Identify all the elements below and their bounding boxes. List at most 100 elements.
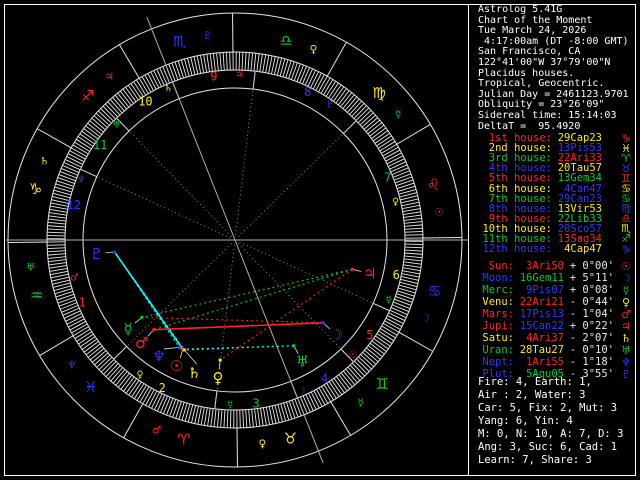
degree-tick	[385, 152, 402, 162]
house-ruler-icon: ♅	[112, 119, 121, 130]
sign-glyph-libra: ♎	[279, 31, 292, 49]
degree-tick	[387, 315, 404, 324]
degree-tick	[47, 256, 66, 259]
house-cusp-line	[116, 117, 232, 237]
degree-tick	[395, 295, 413, 303]
planet-row: Sun: 3Ari50 + 0°00' ☉	[478, 260, 636, 273]
degree-tick	[63, 161, 81, 171]
house-cusp-line	[113, 243, 232, 360]
planet-velocity: - 2°07'	[569, 332, 614, 344]
degree-tick	[288, 400, 296, 419]
aspect-line-moon-mercury	[141, 316, 324, 324]
degree-tick	[288, 61, 295, 79]
degree-tick	[226, 409, 229, 428]
degree-tick	[293, 63, 301, 81]
degree-tick	[223, 409, 226, 428]
degree-tick	[48, 215, 67, 219]
degree-tick	[210, 408, 214, 427]
planet-label: Mars:	[482, 308, 514, 320]
sign-boundary	[396, 123, 431, 145]
sign-ruler-icon: ♆	[67, 360, 76, 372]
house-number-10: 10	[138, 94, 152, 108]
stats-line: Learn: 7, Share: 3	[478, 454, 592, 466]
sign-glyph-aries: ♈	[177, 431, 190, 449]
degree-tick	[207, 408, 211, 427]
degree-tick	[57, 296, 76, 304]
planet-velocity: - 0°10'	[569, 344, 614, 356]
planet-row: Uran: 28Tau27- 0°10' ♅	[478, 344, 636, 357]
degree-tick	[304, 68, 314, 86]
degree-tick	[47, 247, 66, 250]
degree-tick	[265, 407, 271, 425]
planet-dot-venus	[218, 358, 222, 362]
degree-tick	[290, 62, 298, 80]
planet-glyph-sun: ☉	[170, 357, 183, 375]
degree-tick	[310, 391, 320, 409]
degree-tick	[310, 71, 319, 88]
degree-tick	[47, 221, 66, 225]
planet-glyph-mercury: ☿	[123, 320, 132, 338]
planet-velocity: - 0°44'	[569, 296, 614, 308]
degree-tick	[48, 262, 67, 266]
stats-line: Fire: 4, Earth: 1,	[478, 376, 592, 388]
degree-tick	[197, 406, 202, 425]
sign-glyph-taurus: ♉	[284, 429, 297, 447]
stats-line: Air : 2, Water: 3	[478, 389, 586, 401]
degree-tick	[156, 394, 166, 412]
planet-position-value: 28Tau27	[519, 344, 564, 356]
house-ruler-icon: ☽	[298, 385, 307, 396]
degree-tick	[175, 401, 182, 419]
degree-tick	[241, 52, 244, 71]
planet-dot-jupiter	[350, 267, 354, 271]
planet-position-value: 4Ari37	[526, 332, 564, 344]
degree-tick	[50, 273, 69, 279]
degree-tick	[148, 390, 158, 408]
degree-tick	[393, 301, 411, 309]
house-number-7: 7	[384, 171, 391, 185]
degree-tick	[294, 398, 302, 417]
degree-tick	[203, 54, 208, 73]
sign-glyph-scorpio: ♏	[173, 33, 187, 51]
planet-velocity: - 1°04'	[569, 308, 614, 320]
planet-position-value: 15Can22	[519, 320, 564, 332]
degree-tick	[404, 230, 423, 233]
planet-label: Satu:	[482, 332, 514, 344]
house-ruler-icon: ♃	[235, 70, 244, 81]
house-ruler-icon: ☿	[386, 294, 392, 305]
chart-header-block: Astrolog 5.41G Chart of the Moment Tue Mar…	[478, 4, 636, 132]
degree-tick	[403, 258, 422, 262]
house-ruler-icon: ♀	[136, 369, 143, 380]
degree-tick	[242, 409, 245, 428]
degree-tick	[260, 408, 264, 426]
header-line: Astrolog 5.41G	[478, 4, 563, 15]
degree-tick	[49, 267, 68, 272]
planet-row: Jupi: 15Can22 + 0°22' ♃	[478, 320, 636, 333]
sign-boundary	[123, 403, 144, 439]
planet-row: Merc: 9Pis07 + 0°08' ☿	[478, 284, 636, 297]
sign-glyph-cancer: ♋	[428, 282, 441, 300]
degree-tick	[229, 52, 231, 71]
degree-tick	[239, 409, 241, 428]
degree-tick	[220, 409, 223, 428]
degree-tick	[385, 317, 403, 327]
degree-tick	[308, 393, 317, 410]
degree-tick	[48, 259, 67, 263]
degree-tick	[47, 253, 66, 256]
house-ruler-icon: ♄	[164, 84, 173, 95]
planet-velocity: + 0°08'	[569, 284, 614, 296]
degree-tick	[401, 201, 420, 207]
degree-tick	[216, 52, 219, 71]
sign-boundary	[326, 41, 347, 77]
sign-glyph-gemini: ♊	[375, 375, 388, 393]
degree-tick	[68, 318, 85, 328]
degree-tick	[248, 409, 251, 428]
degree-tick	[49, 208, 68, 213]
degree-tick	[392, 170, 410, 178]
degree-tick	[196, 55, 202, 74]
aspect-line-jupiter-mercury	[141, 268, 353, 318]
sign-ruler-icon: ☿	[395, 108, 401, 120]
degree-tick	[203, 407, 208, 426]
planet-row: Venu: 22Ari21- 0°44' ♀	[478, 296, 636, 309]
sign-glyph-pisces: ♓	[84, 378, 97, 396]
planet-glyph-mars: ♂	[135, 334, 148, 352]
